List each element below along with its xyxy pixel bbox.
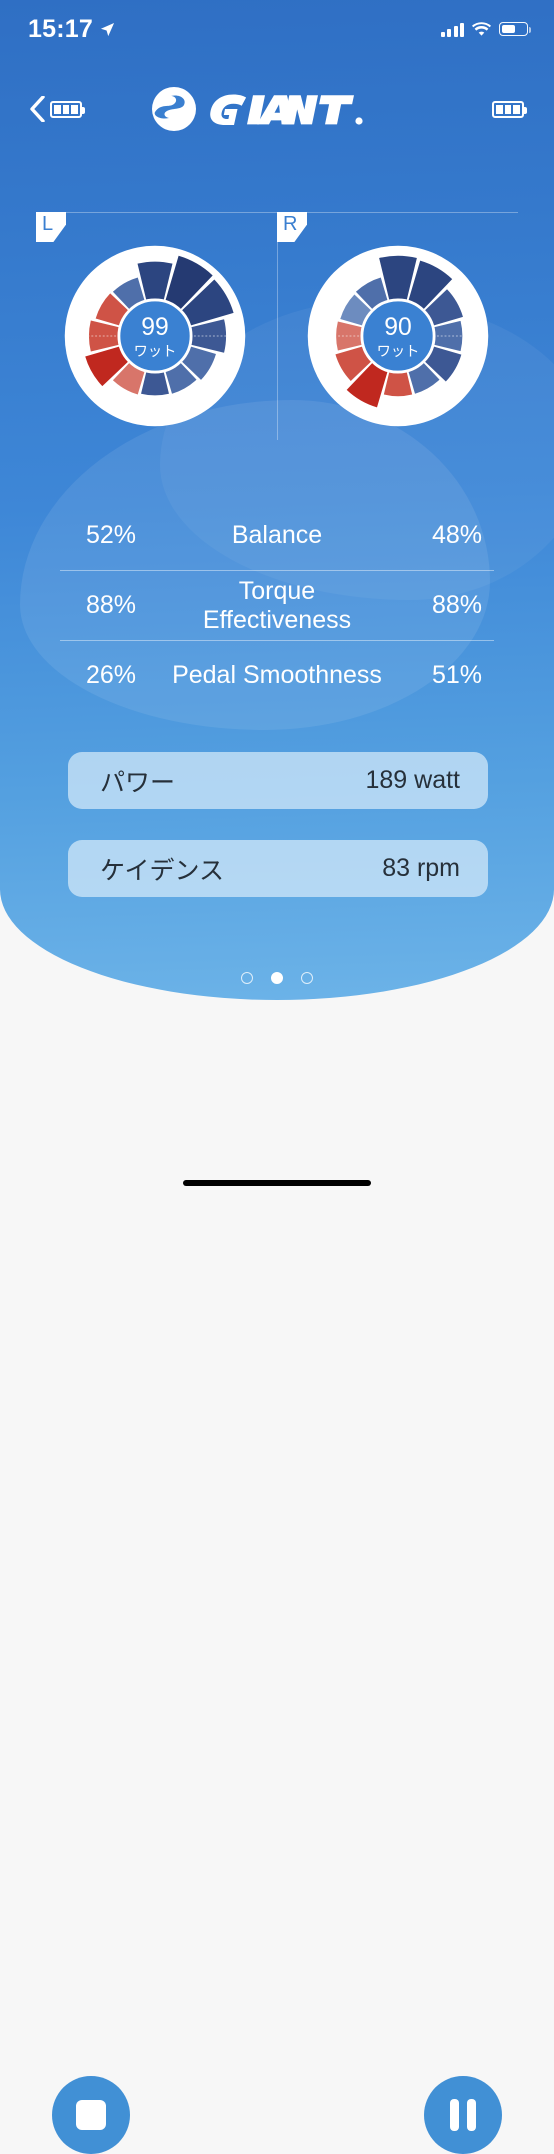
dial-power-unit: ワット [377, 344, 420, 360]
metric-left-value: 26% [86, 661, 137, 689]
status-bar-right [440, 21, 532, 37]
pedal-analysis-section: L R 99 ワット 90 ワット [0, 205, 554, 445]
metric-row: 26% Pedal Smoothness 51% [60, 640, 494, 710]
right-pedal-tag: R [277, 212, 307, 242]
status-clock: 15:17 [28, 14, 93, 43]
pause-bars-icon [450, 2099, 476, 2131]
status-bar: 15:17 [0, 0, 554, 58]
left-pedal-power-dial[interactable]: 99 ワット [60, 241, 250, 431]
pause-button[interactable] [424, 2076, 502, 2154]
battery-icon [499, 22, 532, 36]
metric-label: Pedal Smoothness [172, 661, 382, 689]
metric-row: 52% Balance 48% [60, 500, 494, 570]
metrics-table: 52% Balance 48% 88% Torque Effectiveness 88% 2… [60, 500, 494, 710]
metric-right-value: 88% [431, 591, 482, 619]
dial-power-value: 99 [141, 314, 168, 341]
right-pedal-power-dial[interactable]: 90 ワット [303, 241, 493, 431]
status-bar-left: 15:17 [28, 15, 115, 44]
back-button[interactable] [30, 96, 86, 122]
control-bar [0, 1000, 554, 2154]
dial-power-value: 90 [384, 314, 411, 341]
brand-wordmark [210, 94, 363, 125]
left-pedal-tag: L [36, 212, 66, 242]
info-pill-value: 83 rpm [382, 854, 460, 882]
metric-label: Torque Effectiveness [202, 576, 352, 634]
info-pill[interactable]: パワー 189 watt [68, 752, 488, 809]
app-header [0, 78, 554, 140]
metric-right-value: 51% [431, 661, 482, 689]
section-middle-divider [277, 212, 278, 440]
metric-left-value: 52% [86, 520, 137, 549]
metric-right-value: 48% [431, 520, 482, 549]
page-indicator[interactable] [0, 972, 554, 984]
info-pill-list: パワー 189 watt ケイデンス 83 rpm [68, 752, 488, 897]
page-dot[interactable] [301, 972, 313, 984]
cellular-signal-icon [440, 22, 464, 37]
page-dot[interactable] [241, 972, 253, 984]
stop-square-icon [76, 2100, 106, 2130]
info-pill-label: ケイデンス [100, 856, 225, 885]
page-dot-active[interactable] [271, 972, 283, 984]
wifi-icon [472, 21, 491, 36]
stop-button[interactable] [52, 2076, 130, 2154]
brand-logo [82, 86, 492, 132]
giant-swoosh-logo-icon [152, 87, 196, 131]
home-indicator [183, 1180, 371, 1186]
info-pill-label: パワー [100, 768, 176, 797]
metric-left-value: 88% [86, 591, 137, 619]
chevron-left-icon [30, 96, 45, 122]
device-battery-icon-right [492, 100, 528, 118]
dial-power-unit: ワット [134, 344, 177, 360]
right-device-battery [492, 100, 528, 118]
location-arrow-icon [100, 22, 115, 36]
metric-label: Balance [231, 520, 323, 549]
info-pill[interactable]: ケイデンス 83 rpm [68, 840, 488, 897]
info-pill-value: 189 watt [365, 766, 460, 794]
device-battery-icon-left [50, 100, 86, 118]
metric-row: 88% Torque Effectiveness 88% [60, 570, 494, 640]
